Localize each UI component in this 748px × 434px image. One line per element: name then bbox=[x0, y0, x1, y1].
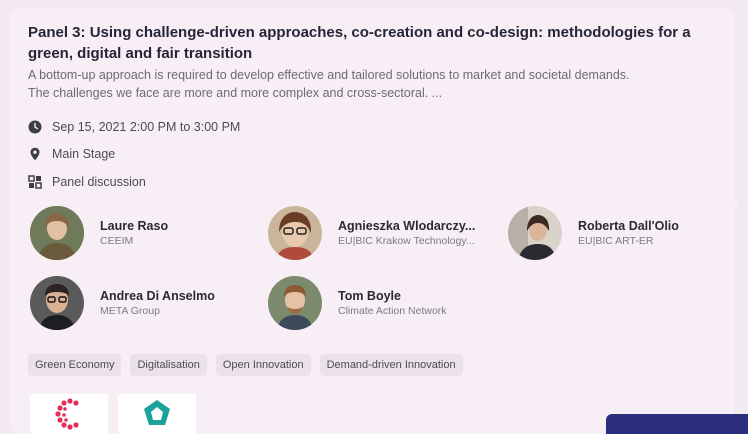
speaker-name: Roberta Dall'Olio bbox=[578, 219, 679, 233]
event-format: Panel discussion bbox=[52, 175, 146, 189]
primary-action-button[interactable] bbox=[606, 414, 748, 434]
overlay-fragment: ▪ bbox=[734, 200, 738, 212]
event-location-row: Main Stage bbox=[28, 147, 115, 161]
speaker-name: Tom Boyle bbox=[338, 289, 401, 303]
avatar bbox=[508, 206, 562, 260]
event-title[interactable]: Panel 3: Using challenge-driven approach… bbox=[28, 22, 718, 64]
speaker-org: META Group bbox=[100, 305, 160, 317]
event-datetime-row: Sep 15, 2021 2:00 PM to 3:00 PM bbox=[28, 120, 240, 134]
speaker-org: Climate Action Network bbox=[338, 305, 447, 317]
speaker-org: EU|BIC Krakow Technology... bbox=[338, 235, 475, 247]
tag[interactable]: Open Innovation bbox=[215, 354, 311, 376]
event-location: Main Stage bbox=[52, 147, 116, 161]
speaker-name: Andrea Di Anselmo bbox=[100, 289, 215, 303]
avatar bbox=[268, 206, 322, 260]
avatar bbox=[268, 276, 322, 330]
tag[interactable]: Demand-driven Innovation bbox=[319, 354, 463, 376]
sponsor-logo[interactable] bbox=[30, 394, 108, 434]
speaker-card[interactable]: Agnieszka Wlodarczy... EU|BIC Krakow Tec… bbox=[268, 206, 475, 260]
event-card: Panel 3: Using challenge-driven approach… bbox=[10, 8, 734, 434]
tag[interactable]: Green Economy bbox=[28, 354, 122, 376]
sponsor-logo[interactable] bbox=[118, 394, 196, 434]
tag-list: Green Economy Digitalisation Open Innova… bbox=[28, 354, 463, 376]
speaker-card[interactable]: Tom Boyle Climate Action Network bbox=[268, 276, 447, 330]
clock-icon bbox=[28, 120, 42, 134]
event-format-row: Panel discussion bbox=[28, 175, 146, 189]
location-pin-icon bbox=[28, 147, 42, 161]
avatar bbox=[30, 276, 84, 330]
speaker-card[interactable]: Andrea Di Anselmo META Group bbox=[30, 276, 215, 330]
speaker-org: CEEIM bbox=[100, 235, 134, 247]
event-description: A bottom-up approach is required to deve… bbox=[28, 68, 630, 100]
speaker-name: Agnieszka Wlodarczy... bbox=[338, 219, 476, 233]
speaker-org: EU|BIC ART-ER bbox=[578, 235, 654, 247]
speaker-card[interactable]: Roberta Dall'Olio EU|BIC ART-ER bbox=[508, 206, 679, 260]
grid-icon bbox=[28, 175, 42, 189]
avatar bbox=[30, 206, 84, 260]
tag[interactable]: Digitalisation bbox=[130, 354, 207, 376]
speaker-card[interactable]: Laure Raso CEEIM bbox=[30, 206, 168, 260]
speaker-name: Laure Raso bbox=[100, 219, 169, 233]
event-datetime: Sep 15, 2021 2:00 PM to 3:00 PM bbox=[52, 120, 241, 134]
